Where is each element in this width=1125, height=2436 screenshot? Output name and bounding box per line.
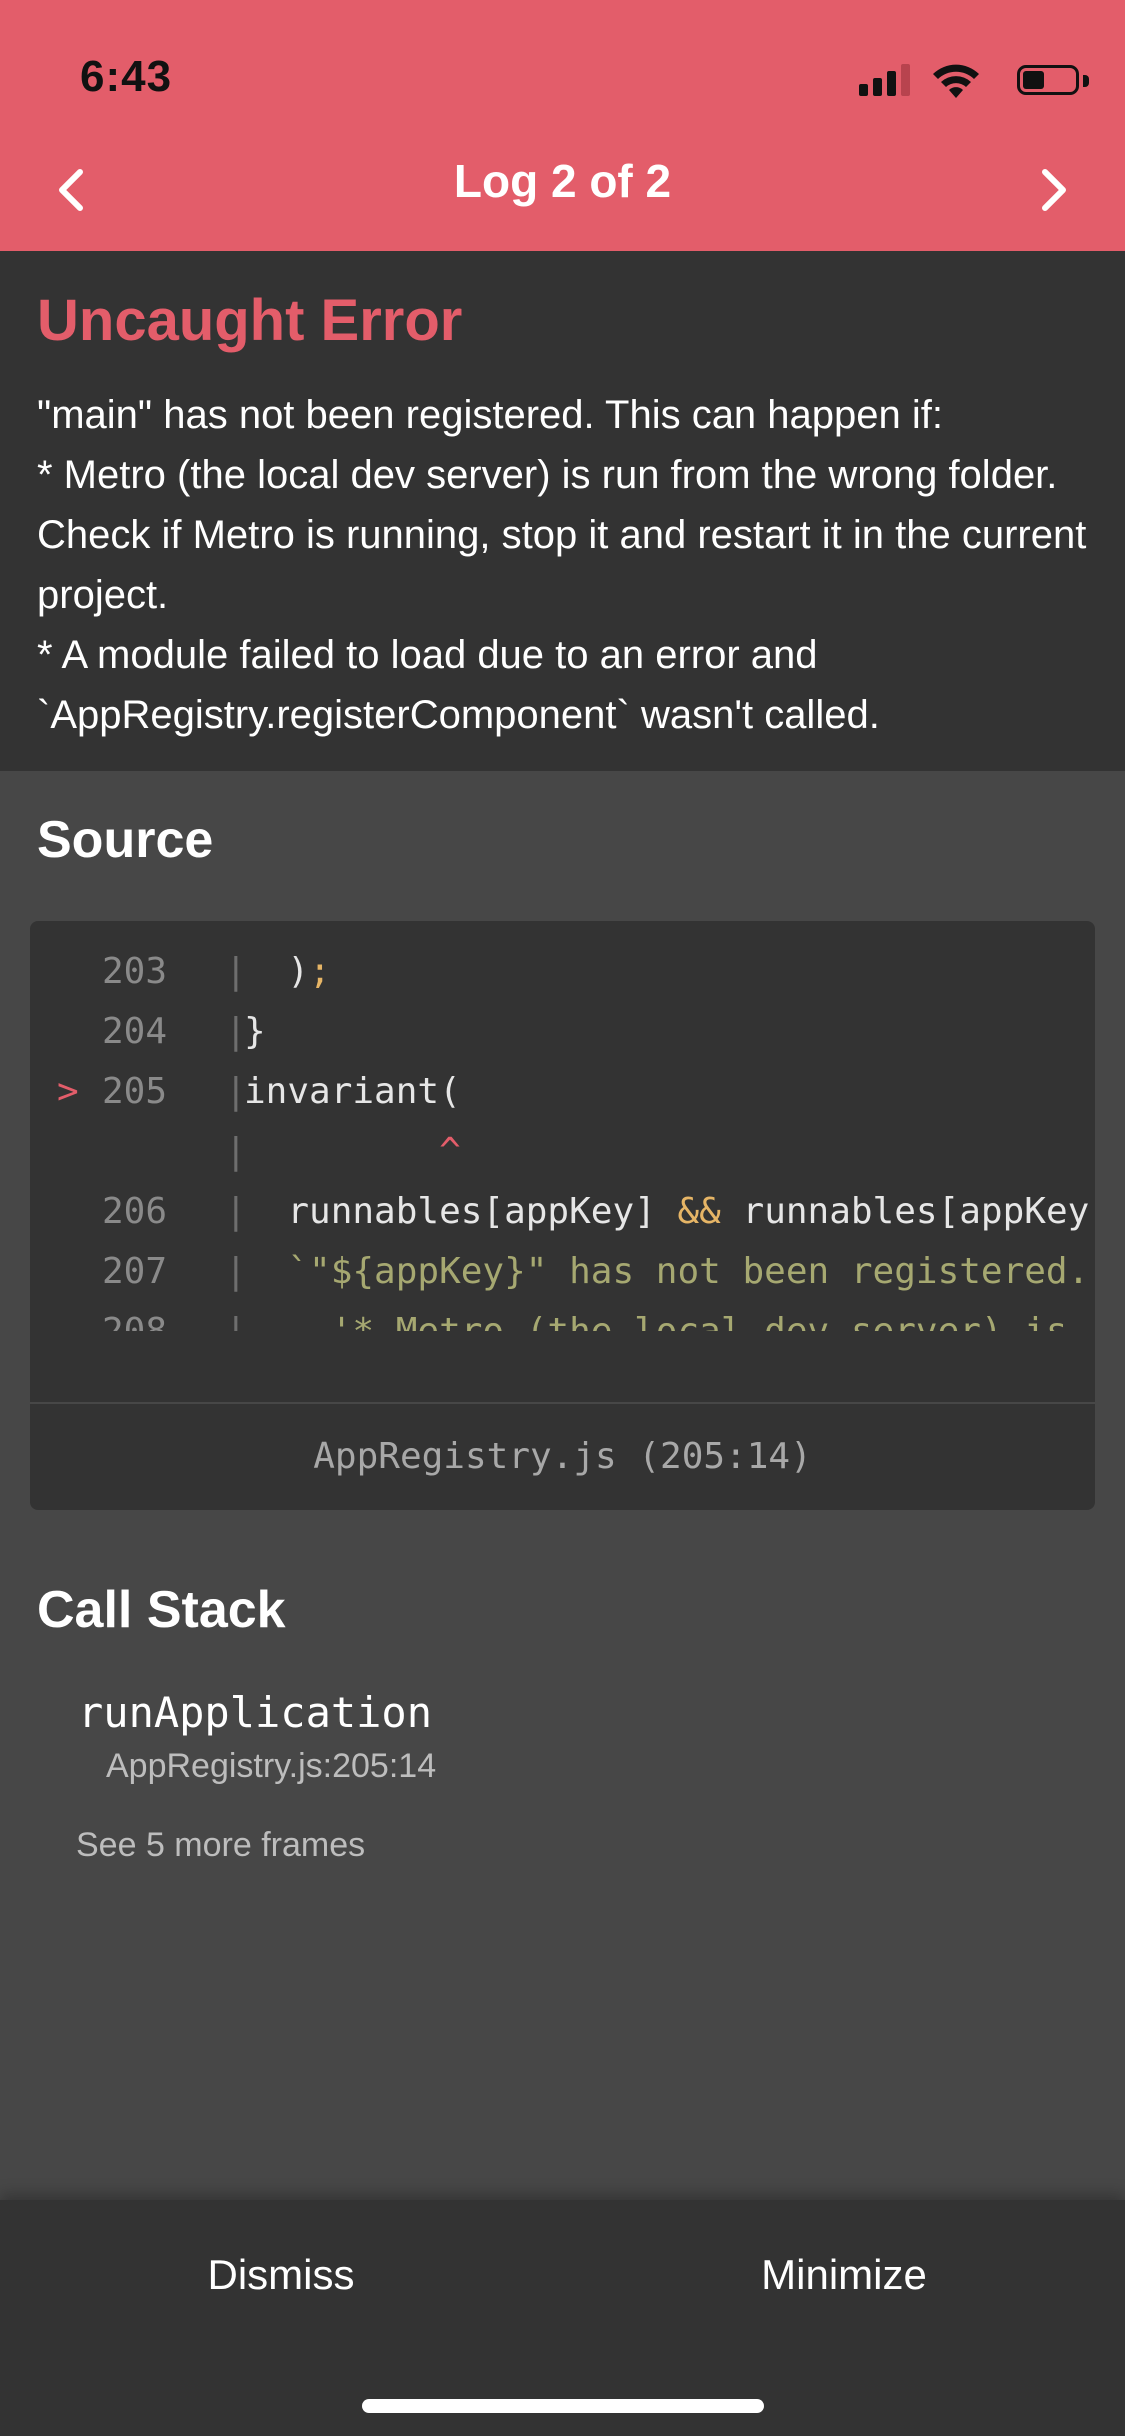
line-number: 208 xyxy=(102,1311,202,1331)
code-line: 207 | `"${appKey}" has not been registere… xyxy=(30,1251,1095,1311)
code-lines: 203 | ); 204 |} >205 | invariant(| ^ 206 | runna… xyxy=(30,951,1095,1331)
stack-frame-name: runApplication xyxy=(78,1688,433,1737)
line-code: `"${appKey}" has not been registered. xyxy=(244,1251,1090,1292)
line-number: 204 xyxy=(102,1011,168,1052)
minimize-button[interactable]: Minimize xyxy=(563,2200,1125,2350)
header: 6:43 Log 2 of 2 xyxy=(0,0,1125,251)
line-code: ); xyxy=(244,951,331,992)
source-section-title: Source xyxy=(37,811,214,869)
code-frame: 203 | ); 204 |} >205 | invariant(| ^ 206 | runna… xyxy=(30,921,1095,1510)
code-line: >205 | invariant( xyxy=(30,1071,1095,1131)
error-message: "main" has not been registered. This can… xyxy=(37,393,1087,737)
line-code: } xyxy=(244,1011,266,1052)
next-log-button[interactable] xyxy=(1019,155,1089,225)
log-counter-title: Log 2 of 2 xyxy=(453,155,672,207)
line-code: ^ xyxy=(244,1131,461,1172)
line-number: 205 xyxy=(102,1071,168,1112)
error-block: Uncaught Error "main" has not been regis… xyxy=(0,251,1125,771)
code-file-location[interactable]: AppRegistry.js (205:14) xyxy=(30,1436,1095,1477)
line-number: 206 xyxy=(102,1191,168,1232)
line-code: invariant( xyxy=(244,1071,461,1112)
cellular-signal-icon xyxy=(859,60,911,100)
call-stack-title: Call Stack xyxy=(37,1581,286,1639)
error-line-marker: > xyxy=(57,1071,79,1112)
code-line: | ^ xyxy=(30,1131,1095,1191)
line-number: 203 xyxy=(102,951,168,992)
status-time: 6:43 xyxy=(80,52,173,101)
battery-nub xyxy=(1083,75,1089,87)
status-icons xyxy=(831,60,1091,100)
line-code: runnables[appKey] && runnables[appKey] xyxy=(244,1191,1095,1232)
chevron-right-icon xyxy=(1042,169,1066,211)
code-line: 208| '* Metro (the local dev server) is … xyxy=(30,1311,1095,1331)
line-code: '* Metro (the local dev server) is r xyxy=(244,1311,1095,1331)
log-box-screen: 6:43 Log 2 of 2 Uncaught Error "main" ha… xyxy=(0,0,1125,2436)
dismiss-button[interactable]: Dismiss xyxy=(0,2200,562,2350)
code-line: 206 | runnables[appKey] && runnables[appK… xyxy=(30,1191,1095,1251)
battery-icon xyxy=(1017,65,1079,95)
code-line: 204 |} xyxy=(30,1011,1095,1071)
error-title: Uncaught Error xyxy=(37,288,463,353)
home-indicator[interactable] xyxy=(362,2399,764,2413)
stack-frame-location: AppRegistry.js:205:14 xyxy=(106,1747,437,1785)
stack-frame[interactable]: runApplication AppRegistry.js:205:14 xyxy=(78,1688,436,1786)
code-line: 203 | ); xyxy=(30,951,1095,1011)
wifi-icon xyxy=(931,62,981,100)
code-divider xyxy=(30,1402,1095,1404)
line-number: 207 xyxy=(102,1251,168,1292)
see-more-frames-button[interactable]: See 5 more frames xyxy=(76,1826,365,1865)
